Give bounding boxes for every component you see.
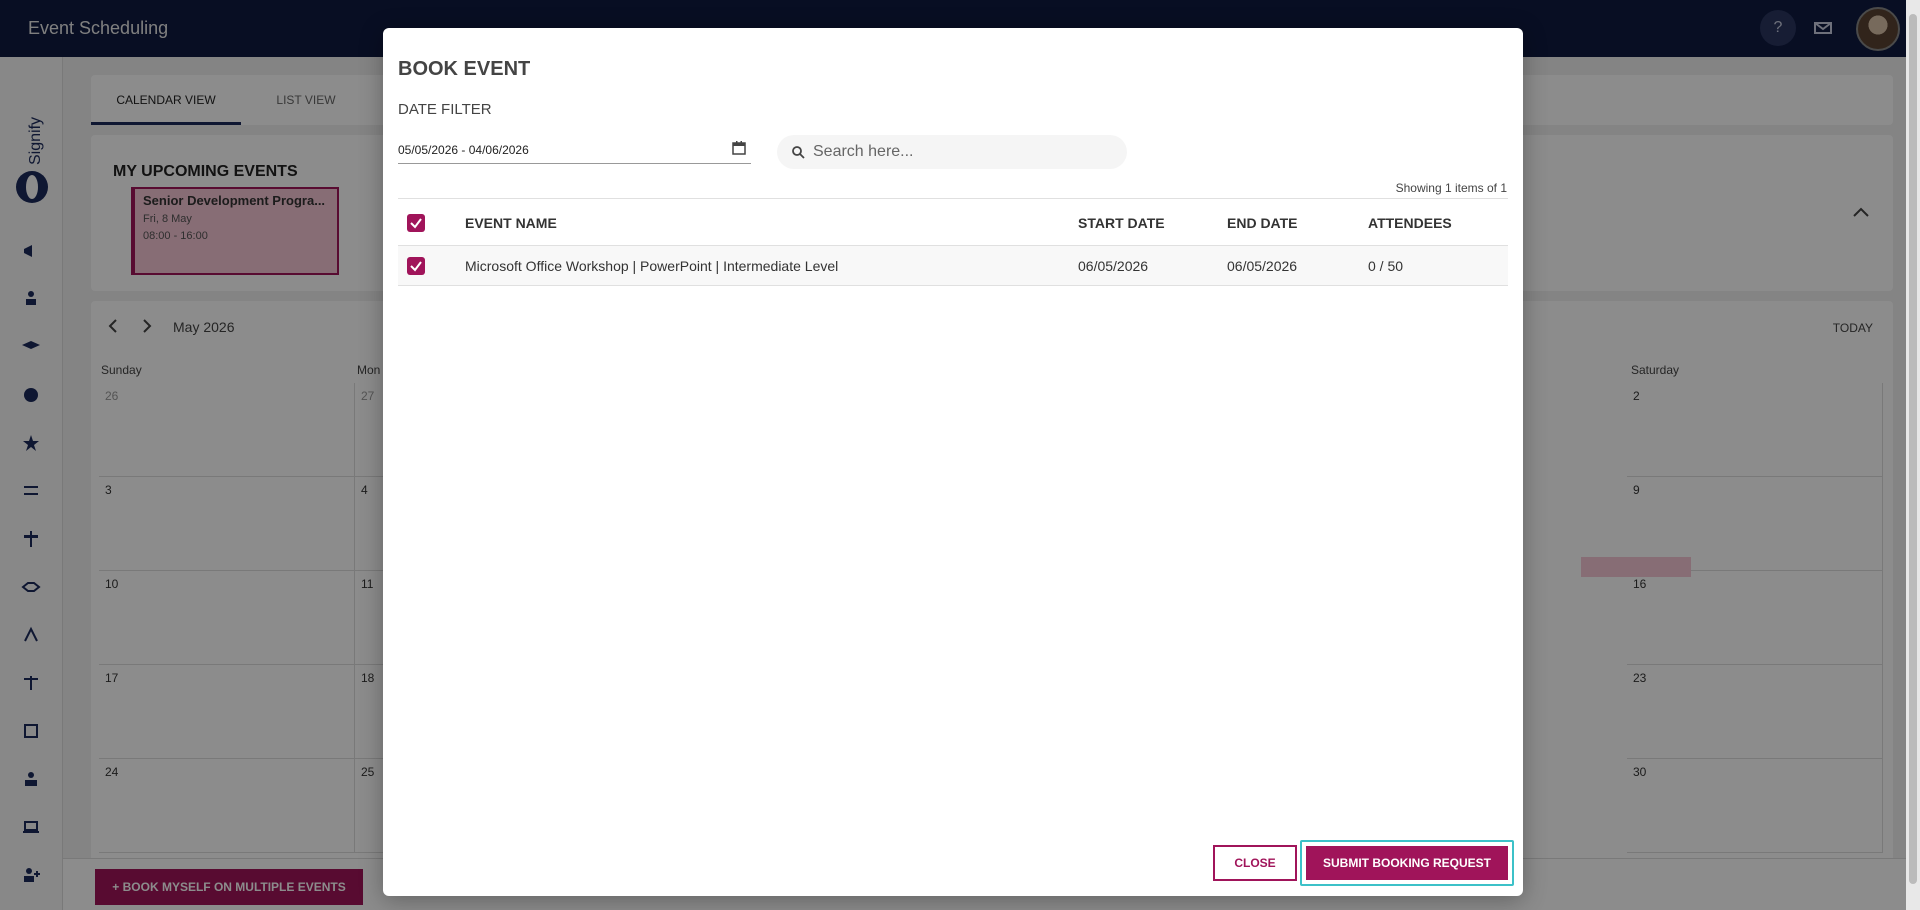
column-start-date[interactable]: START DATE	[1078, 215, 1165, 231]
date-filter-label: DATE FILTER	[398, 101, 492, 118]
modal-title: BOOK EVENT	[398, 58, 531, 80]
table-header: EVENT NAME START DATE END DATE ATTENDEES	[398, 198, 1508, 246]
book-event-modal: BOOK EVENT DATE FILTER Showing 1 items o…	[383, 28, 1523, 896]
search-box[interactable]	[777, 135, 1127, 169]
submit-booking-request-button[interactable]: SUBMIT BOOKING REQUEST	[1306, 846, 1508, 880]
attendees-cell: 0 / 50	[1368, 258, 1404, 274]
event-name-cell: Microsoft Office Workshop | PowerPoint |…	[465, 258, 839, 274]
column-end-date[interactable]: END DATE	[1227, 215, 1298, 231]
start-date-cell: 06/05/2026	[1078, 258, 1149, 274]
column-event-name[interactable]: EVENT NAME	[465, 215, 557, 231]
scrollbar-thumb[interactable]	[1909, 14, 1917, 884]
search-icon	[792, 146, 805, 159]
select-all-checkbox[interactable]	[407, 214, 425, 232]
row-checkbox[interactable]	[407, 257, 425, 275]
page-scrollbar[interactable]	[1906, 0, 1920, 910]
close-button[interactable]: CLOSE	[1213, 845, 1297, 881]
calendar-icon[interactable]	[731, 140, 747, 156]
table-row[interactable]: Microsoft Office Workshop | PowerPoint |…	[398, 246, 1508, 286]
check-icon	[410, 218, 422, 229]
events-table: EVENT NAME START DATE END DATE ATTENDEES…	[398, 198, 1508, 286]
date-range-input[interactable]	[398, 136, 751, 164]
end-date-cell: 06/05/2026	[1227, 258, 1298, 274]
check-icon	[410, 261, 422, 272]
search-input[interactable]	[813, 139, 1113, 165]
showing-count: Showing 1 items of 1	[1395, 181, 1507, 195]
submit-focus-ring: SUBMIT BOOKING REQUEST	[1300, 840, 1514, 886]
column-attendees[interactable]: ATTENDEES	[1368, 215, 1452, 231]
